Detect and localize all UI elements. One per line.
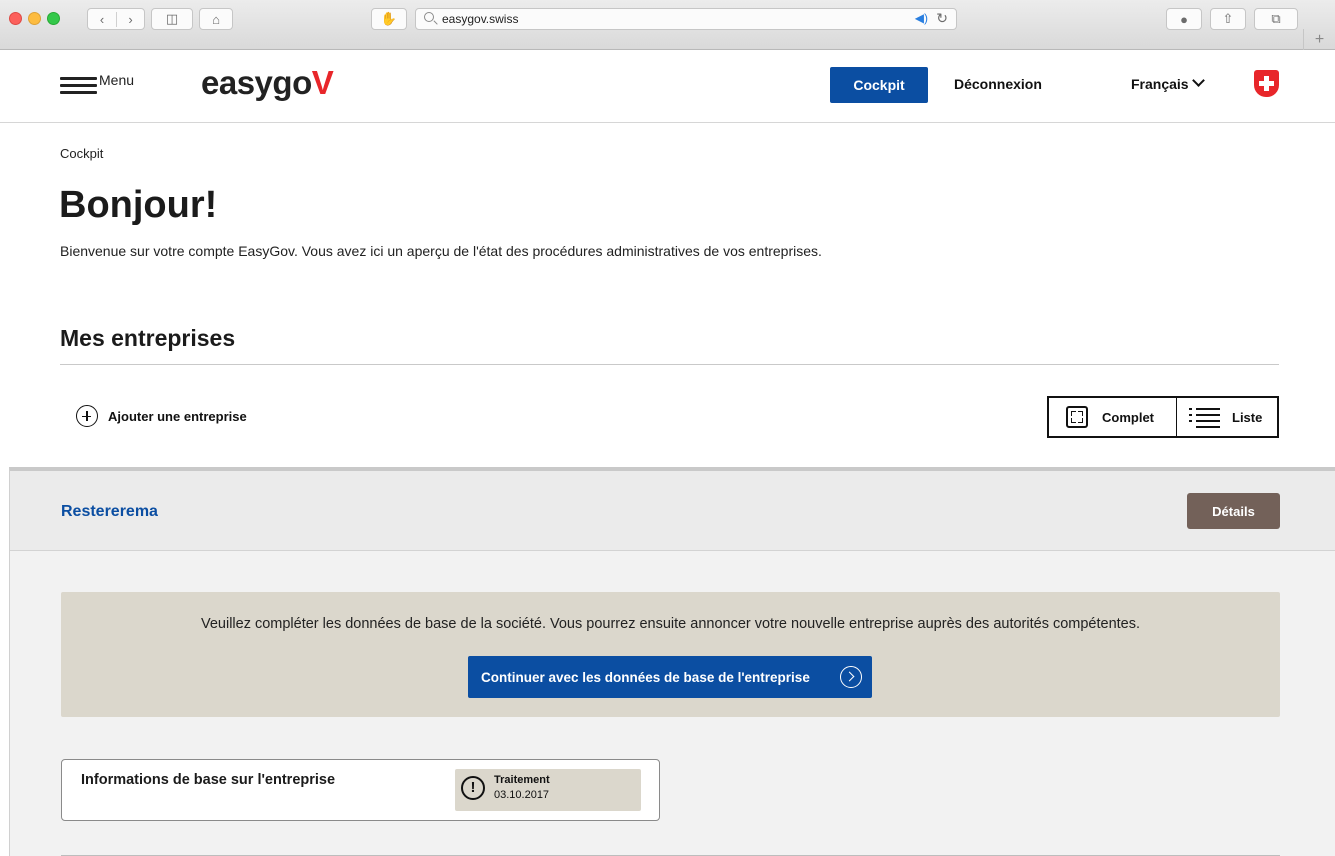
swiss-flag-icon — [1254, 70, 1279, 97]
company-header: Restererema Détails — [10, 471, 1335, 551]
back-icon[interactable]: ‹ — [88, 12, 116, 27]
home-icon[interactable]: ⌂ — [199, 8, 233, 30]
view-full-label: Complet — [1102, 409, 1154, 425]
view-list-button[interactable]: Liste — [1177, 398, 1262, 436]
new-tab-icon[interactable]: + — [1303, 29, 1335, 50]
notice-panel: Veuillez compléter les données de base d… — [61, 592, 1280, 717]
section-title: Mes entreprises — [60, 325, 236, 351]
logout-link[interactable]: Déconnexion — [954, 76, 1042, 92]
extension-icon[interactable]: ✋ — [371, 8, 407, 30]
base-info-title: Informations de base sur l'entreprise — [81, 772, 336, 788]
arrow-right-circle-icon — [840, 666, 862, 688]
intro-text: Bienvenue sur votre compte EasyGov. Vous… — [60, 243, 822, 259]
site-header: Menu easygoV Cockpit Déconnexion Françai… — [0, 50, 1335, 123]
view-list-label: Liste — [1232, 409, 1263, 425]
browser-toolbar: ‹ › ◫ ⌂ ✋ easygov.swiss ◀) ↻ ● ⇧ ⧉ + — [0, 0, 1335, 50]
continue-button-label: Continuer avec les données de base de l'… — [481, 669, 810, 685]
share-icon[interactable]: ⇧ — [1210, 8, 1246, 30]
view-toggle: Complet Liste — [1047, 396, 1279, 438]
url-text: easygov.swiss — [442, 12, 519, 26]
sidebar-icon[interactable]: ◫ — [151, 8, 193, 30]
status-badge: ! Traitement 03.10.2017 — [455, 769, 641, 811]
exclamation-icon: ! — [461, 776, 485, 800]
view-full-button[interactable]: Complet — [1049, 398, 1177, 436]
menu-label[interactable]: Menu — [99, 72, 134, 88]
logo-text: easygo — [201, 64, 312, 101]
divider — [60, 364, 1279, 365]
close-window-button[interactable] — [9, 12, 22, 25]
company-card: Restererema Détails Veuillez compléter l… — [9, 467, 1335, 856]
audio-icon[interactable]: ◀) — [915, 11, 928, 25]
address-bar[interactable]: easygov.swiss ◀) ↻ — [415, 8, 957, 30]
status-label: Traitement — [494, 774, 550, 786]
breadcrumb[interactable]: Cockpit — [60, 146, 103, 161]
search-icon — [424, 12, 434, 22]
download-icon[interactable]: ● — [1166, 8, 1202, 30]
forward-icon[interactable]: › — [115, 11, 144, 27]
history-nav-group: ‹ › — [87, 8, 145, 30]
language-label: Français — [1131, 76, 1189, 92]
page-title: Bonjour! — [59, 184, 218, 226]
language-selector[interactable]: Français — [1131, 74, 1205, 92]
cockpit-button[interactable]: Cockpit — [830, 67, 928, 103]
continue-base-data-button[interactable]: Continuer avec les données de base de l'… — [468, 656, 872, 698]
zoom-window-button[interactable] — [47, 12, 60, 25]
reload-icon[interactable]: ↻ — [936, 10, 948, 27]
details-button[interactable]: Détails — [1187, 493, 1280, 529]
plus-circle-icon — [76, 405, 98, 427]
chevron-down-icon — [1191, 74, 1205, 87]
add-company-button[interactable]: Ajouter une entreprise — [76, 405, 247, 427]
notice-text: Veuillez compléter les données de base d… — [200, 616, 1141, 632]
status-date: 03.10.2017 — [494, 789, 550, 801]
company-name-link[interactable]: Restererema — [61, 503, 158, 521]
add-company-label: Ajouter une entreprise — [108, 408, 247, 424]
hamburger-menu-icon[interactable] — [60, 77, 97, 95]
minimize-window-button[interactable] — [28, 12, 41, 25]
base-info-card[interactable]: Informations de base sur l'entreprise ! … — [61, 759, 660, 821]
tabs-icon[interactable]: ⧉ — [1254, 8, 1298, 30]
logo-accent: V — [311, 64, 334, 101]
list-icon — [1189, 406, 1220, 428]
fullscreen-icon — [1066, 406, 1088, 428]
easygov-logo[interactable]: easygoV — [201, 64, 334, 102]
